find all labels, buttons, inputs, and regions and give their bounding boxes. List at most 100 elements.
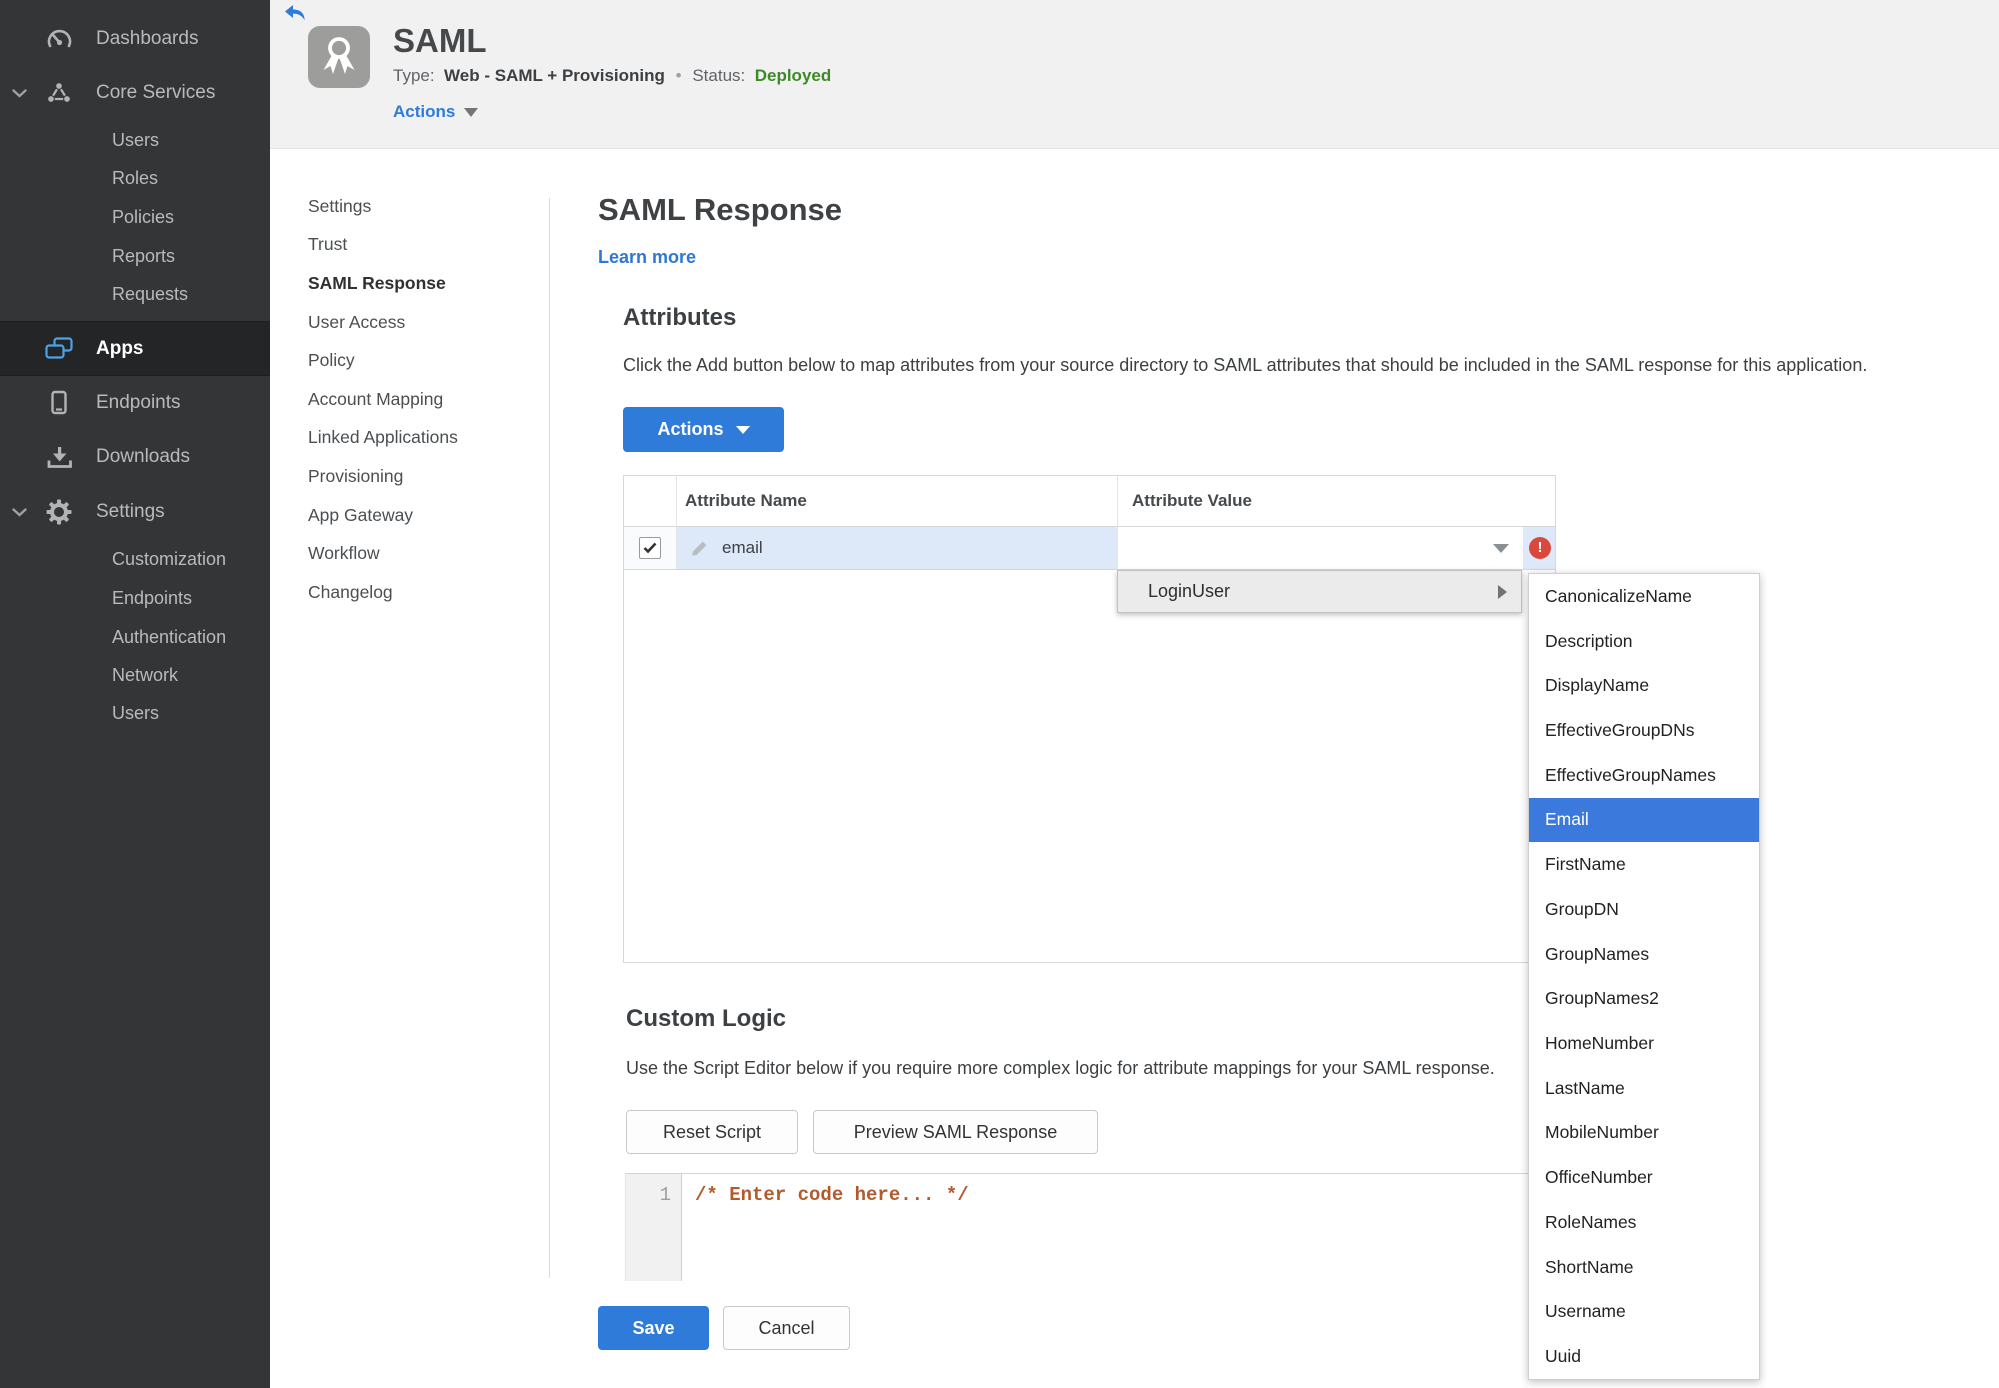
- sidebar-item-label: Policies: [112, 206, 175, 227]
- meta-separator: •: [675, 66, 682, 85]
- sidebar-item-settings-endpoints[interactable]: Endpoints: [0, 579, 270, 617]
- sidebar-item-label: Core Services: [96, 82, 216, 103]
- sidebar-item-label: Users: [112, 129, 160, 150]
- submenu-item-groupnames[interactable]: GroupNames: [1529, 932, 1759, 977]
- sidebar-item-label: Downloads: [96, 446, 190, 467]
- select-caret-icon: [1493, 544, 1509, 553]
- value-menu-loginuser[interactable]: LoginUser: [1117, 570, 1522, 613]
- cancel-button[interactable]: Cancel: [723, 1306, 850, 1350]
- check-icon: [643, 542, 657, 554]
- header-actions-label: Actions: [393, 102, 456, 121]
- sidebar-item-settings[interactable]: Settings: [0, 485, 270, 539]
- attribute-name-column-header: Attribute Name: [677, 476, 1118, 526]
- submenu-item-uuid[interactable]: Uuid: [1529, 1334, 1759, 1379]
- sidebar-item-roles[interactable]: Roles: [0, 159, 270, 197]
- app-meta: Type: Web - SAML + Provisioning • Status…: [393, 66, 831, 86]
- attributes-heading: Attributes: [623, 304, 737, 331]
- learn-more-link[interactable]: Learn more: [598, 247, 696, 268]
- subnav-item-user-access[interactable]: User Access: [308, 303, 528, 342]
- subnav-item-policy[interactable]: Policy: [308, 341, 528, 380]
- submenu-item-firstname[interactable]: FirstName: [1529, 842, 1759, 887]
- value-menu-label: LoginUser: [1148, 581, 1231, 601]
- sidebar-item-label: Apps: [96, 337, 144, 359]
- submenu-item-email[interactable]: Email: [1529, 797, 1759, 843]
- sidebar-item-label: Settings: [96, 501, 165, 522]
- app-title: SAML: [393, 22, 487, 59]
- row-checkbox[interactable]: [639, 537, 661, 559]
- submenu-item-groupnames2[interactable]: GroupNames2: [1529, 976, 1759, 1021]
- sidebar-item-label: Dashboards: [96, 28, 199, 49]
- sidebar-item-endpoints[interactable]: Endpoints: [0, 376, 270, 430]
- submenu-item-effectivegroupnames[interactable]: EffectiveGroupNames: [1529, 753, 1759, 798]
- submenu-item-canonicalizename[interactable]: CanonicalizeName: [1529, 574, 1759, 619]
- sidebar-item-authentication[interactable]: Authentication: [0, 618, 270, 656]
- app-window: SAML Type: Web - SAML + Provisioning • S…: [0, 0, 1999, 1388]
- sidebar-item-users[interactable]: Users: [0, 121, 270, 159]
- status-badge: Deployed: [754, 66, 832, 85]
- submenu-item-username[interactable]: Username: [1529, 1290, 1759, 1335]
- subnav-item-trust[interactable]: Trust: [308, 226, 528, 265]
- error-icon: !: [1529, 537, 1551, 559]
- type-label: Type:: [393, 66, 435, 85]
- content-divider: [549, 198, 550, 1278]
- sidebar-item-requests[interactable]: Requests: [0, 275, 270, 313]
- sidebar-item-label: Reports: [112, 245, 176, 266]
- submenu-item-rolenames[interactable]: RoleNames: [1529, 1200, 1759, 1245]
- subnav-item-provisioning[interactable]: Provisioning: [308, 457, 528, 496]
- sidebar-item-network[interactable]: Network: [0, 656, 270, 694]
- reset-script-button[interactable]: Reset Script: [626, 1110, 798, 1154]
- sidebar-item-reports[interactable]: Reports: [0, 237, 270, 275]
- value-submenu: CanonicalizeName Description DisplayName…: [1528, 573, 1760, 1380]
- table-row[interactable]: email !: [624, 527, 1555, 570]
- subnav-item-workflow[interactable]: Workflow: [308, 534, 528, 573]
- submenu-item-shortname[interactable]: ShortName: [1529, 1245, 1759, 1290]
- submenu-item-officenumber[interactable]: OfficeNumber: [1529, 1155, 1759, 1200]
- submenu-item-groupdn[interactable]: GroupDN: [1529, 887, 1759, 932]
- back-arrow-icon[interactable]: [284, 4, 306, 21]
- preview-saml-response-button[interactable]: Preview SAML Response: [813, 1110, 1098, 1154]
- award-ribbon-icon: [323, 37, 355, 74]
- edit-pencil-icon: [691, 540, 708, 557]
- sidebar-item-customization[interactable]: Customization: [0, 540, 270, 578]
- submenu-item-description[interactable]: Description: [1529, 619, 1759, 664]
- app-header: SAML Type: Web - SAML + Provisioning • S…: [270, 0, 1999, 149]
- attributes-table: Attribute Name Attribute Value email !: [623, 475, 1556, 963]
- submenu-item-homenumber[interactable]: HomeNumber: [1529, 1021, 1759, 1066]
- subnav-item-linked-applications[interactable]: Linked Applications: [308, 419, 528, 458]
- chevron-down-icon[interactable]: [12, 507, 27, 517]
- sidebar-item-downloads[interactable]: Downloads: [0, 430, 270, 484]
- sidebar-item-dashboards[interactable]: Dashboards: [0, 12, 270, 66]
- subnav-item-app-gateway[interactable]: App Gateway: [308, 496, 528, 535]
- subnav-item-account-mapping[interactable]: Account Mapping: [308, 380, 528, 419]
- sidebar-item-apps[interactable]: Apps: [0, 321, 270, 376]
- save-button[interactable]: Save: [598, 1306, 709, 1350]
- submenu-item-effectivegroupdns[interactable]: EffectiveGroupDNs: [1529, 708, 1759, 753]
- subnav-item-changelog[interactable]: Changelog: [308, 573, 528, 612]
- submenu-item-mobilenumber[interactable]: MobileNumber: [1529, 1111, 1759, 1156]
- subnav-item-settings[interactable]: Settings: [308, 187, 528, 226]
- attribute-value-column-header: Attribute Value: [1132, 491, 1252, 510]
- attribute-value-select[interactable]: [1118, 527, 1523, 569]
- sidebar-item-settings-users[interactable]: Users: [0, 694, 270, 732]
- custom-logic-heading: Custom Logic: [626, 1005, 786, 1032]
- sidebar-item-label: Authentication: [112, 626, 227, 647]
- app-subnav: Settings Trust SAML Response User Access…: [308, 187, 528, 612]
- chevron-down-icon[interactable]: [12, 88, 27, 98]
- editor-code-input[interactable]: /* Enter code here... */: [682, 1174, 1556, 1281]
- sidebar-item-label: Endpoints: [96, 392, 181, 413]
- table-header-row: Attribute Name Attribute Value: [624, 476, 1555, 527]
- page-title: SAML Response: [598, 192, 843, 227]
- attribute-name-cell[interactable]: email: [677, 527, 1118, 569]
- editor-line-number: 1: [625, 1174, 682, 1281]
- attributes-actions-button[interactable]: Actions: [623, 407, 784, 452]
- row-checkbox-cell: [624, 527, 677, 569]
- subnav-item-saml-response[interactable]: SAML Response: [308, 264, 528, 303]
- download-icon: [45, 445, 73, 470]
- submenu-item-lastname[interactable]: LastName: [1529, 1066, 1759, 1111]
- select-all-column-header[interactable]: [624, 476, 677, 526]
- sidebar-item-core-services[interactable]: Core Services: [0, 66, 270, 120]
- sidebar-item-policies[interactable]: Policies: [0, 198, 270, 236]
- main-sidebar: Dashboards Core Services Users Roles Pol…: [0, 0, 270, 1388]
- header-actions-menu[interactable]: Actions: [393, 102, 479, 122]
- submenu-item-displayname[interactable]: DisplayName: [1529, 663, 1759, 708]
